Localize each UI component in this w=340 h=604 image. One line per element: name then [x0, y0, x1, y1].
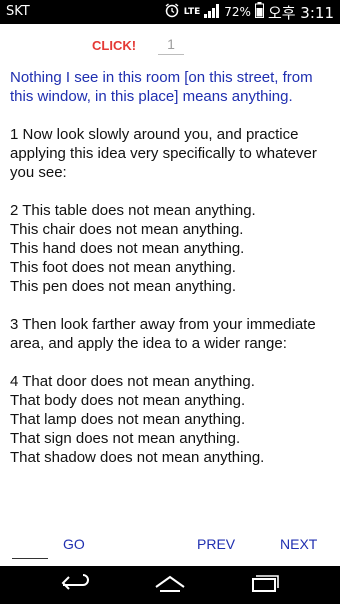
status-bar: SKT LTE 72% 오후 3:11: [0, 0, 340, 24]
lesson-title: Nothing I see in this room [on this stre…: [10, 69, 313, 105]
status-icons: LTE 72% 오후 3:11: [164, 2, 334, 22]
go-button[interactable]: GO: [63, 536, 85, 552]
alarm-clock-icon: [164, 2, 180, 22]
signal-icon: [204, 3, 220, 22]
goto-lesson-input[interactable]: [12, 540, 48, 559]
recent-apps-button[interactable]: [244, 573, 284, 597]
battery-percent: 72%: [224, 5, 251, 19]
prev-button[interactable]: PREV: [197, 536, 235, 552]
recent-apps-icon: [247, 573, 281, 598]
home-button[interactable]: [150, 573, 190, 597]
lesson-paragraph-2: 2 This table does not mean anything. Thi…: [10, 202, 256, 295]
lesson-paragraph-4: 4 That door does not mean anything. That…: [10, 373, 265, 466]
page-number-input[interactable]: [158, 34, 184, 55]
lte-label: LTE: [183, 7, 201, 17]
lesson-content: Nothing I see in this room [on this stre…: [10, 68, 332, 486]
clock-time: 오후 3:11: [267, 3, 334, 22]
home-icon: [152, 573, 188, 598]
lesson-paragraph-1: 1 Now look slowly around you, and practi…: [10, 126, 317, 181]
carrier-label: SKT: [6, 4, 30, 19]
system-nav-bar: [0, 566, 340, 604]
back-button[interactable]: [56, 573, 96, 597]
lesson-paragraph-3: 3 Then look farther away from your immed…: [10, 316, 316, 352]
battery-icon: [254, 2, 264, 22]
click-button[interactable]: CLICK!: [92, 38, 136, 53]
back-arrow-icon: [59, 573, 93, 598]
next-button[interactable]: NEXT: [280, 536, 317, 552]
